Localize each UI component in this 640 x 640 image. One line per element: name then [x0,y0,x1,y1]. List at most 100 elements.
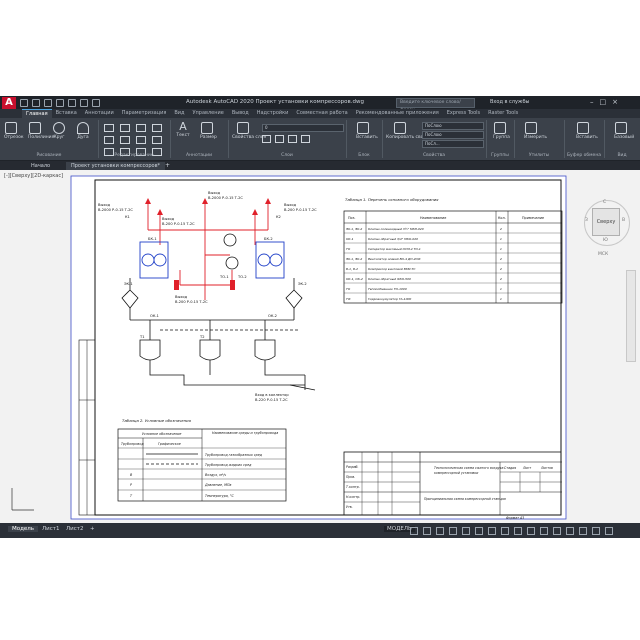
lineweight-icon[interactable] [488,527,496,535]
base-view-tool[interactable]: Базовый [614,122,634,140]
print-icon[interactable] [68,99,76,107]
panel-label-utilities[interactable]: Утилиты [514,153,564,158]
table1-cell: 1 [500,247,502,251]
layer-freeze-icon[interactable] [275,135,284,143]
polyline-tool[interactable]: Полилиния [28,122,54,140]
transparency-icon[interactable] [501,527,509,535]
panel-label-clipboard[interactable]: Буфер обмена [564,153,604,158]
search-input[interactable]: Введите ключевое слово/фразу [396,98,475,113]
sign-in-button[interactable]: Вход в службы [490,99,529,105]
viewcube-west[interactable]: З [585,218,588,223]
dimension-tool[interactable]: Размер [200,122,217,140]
tab-annotate[interactable]: Аннотации [81,109,118,118]
panel-label-annotation[interactable]: Аннотации [170,153,228,158]
explode-icon[interactable] [152,136,162,144]
linetype-dropdown[interactable]: ПоСлою [422,131,484,139]
erase-icon[interactable] [152,124,162,132]
tab-express-tools[interactable]: Express Tools [443,109,484,118]
lineweight-dropdown[interactable]: ПоСл... [422,140,484,148]
trim-icon[interactable] [136,124,146,132]
hardware-accel-icon[interactable] [579,527,587,535]
viewcube-east[interactable]: В [622,218,625,223]
tab-raster-tools[interactable]: Raster Tools [484,109,522,118]
layer-dropdown[interactable]: 0 [262,124,344,132]
copy-icon[interactable] [104,136,114,144]
panel-label-draw[interactable]: Рисование [0,153,98,158]
text-tool[interactable]: A Текст [176,121,190,138]
table1-cell: 2 [500,277,502,281]
arc-tool[interactable]: Дуга [76,122,90,140]
mirror-icon[interactable] [120,136,130,144]
color-dropdown[interactable]: ПоСлою [422,122,484,130]
panel-label-groups[interactable]: Группы [486,153,514,158]
viewcube[interactable]: Сверху [592,208,620,236]
move-icon[interactable] [104,124,114,132]
osnap-icon[interactable] [462,527,470,535]
tab-parametric[interactable]: Параметризация [118,109,171,118]
layer-lock-icon[interactable] [288,135,297,143]
layout-tab-sheet1[interactable]: Лист1 [38,526,63,532]
add-layout-button[interactable]: + [86,526,99,532]
save-icon[interactable] [44,99,52,107]
viewcube-north[interactable]: С [603,200,606,205]
panel-label-properties[interactable]: Свойства [382,153,486,158]
minimize-icon[interactable]: – [590,98,594,106]
navigation-bar[interactable] [626,270,636,362]
wcs-menu[interactable]: МСК [598,252,608,257]
new-icon[interactable] [20,99,28,107]
undo-icon[interactable] [80,99,88,107]
clean-screen-icon[interactable] [592,527,600,535]
polar-icon[interactable] [449,527,457,535]
rotate-icon[interactable] [120,124,130,132]
layer-off-icon[interactable] [262,135,271,143]
tab-featured-apps[interactable]: Рекомендованные приложения [352,109,443,118]
close-icon[interactable]: × [612,98,618,106]
viewcube-south[interactable]: Ю [603,238,608,243]
autocad-logo-button[interactable]: A [2,97,16,109]
grid-icon[interactable] [410,527,418,535]
workspace-icon[interactable] [540,527,548,535]
measure-tool[interactable]: Измерить [524,122,547,140]
otrack-icon[interactable] [475,527,483,535]
line-tool[interactable]: Отрезок [4,122,24,140]
match-properties-tool[interactable]: Копировать свойства [386,122,437,140]
drawing-canvas[interactable]: [-][Сверху][2D-каркас] Выход В-2000 Р-0.… [0,170,640,523]
units-icon[interactable] [553,527,561,535]
layout-tab-sheet2[interactable]: Лист2 [62,526,87,532]
tab-manage[interactable]: Управление [188,109,227,118]
group-tool[interactable]: Группа [493,122,510,140]
doc-tab-start[interactable]: Начало [26,162,55,170]
layer-properties-tool[interactable]: Свойства слоя [232,122,266,140]
tab-collaborate[interactable]: Совместная работа [292,109,351,118]
stamp-format: Формат А3 [506,516,524,520]
stamp-row-label: Т.контр. [346,485,360,489]
tab-insert[interactable]: Вставка [52,109,81,118]
panel-label-layers[interactable]: Слои [228,153,346,158]
snap-icon[interactable] [423,527,431,535]
open-icon[interactable] [32,99,40,107]
fillet-icon[interactable] [136,136,146,144]
tab-home[interactable]: Главная [22,109,52,118]
customization-icon[interactable] [605,527,613,535]
layer-match-icon[interactable] [301,135,310,143]
ortho-icon[interactable] [436,527,444,535]
new-tab-button[interactable]: + [160,162,175,170]
table1-cell: ОК-1, ОК-2 [346,277,363,281]
circle-tool[interactable]: Круг [52,122,66,140]
isolate-icon[interactable] [566,527,574,535]
panel-label-modify[interactable]: Редактирование [98,153,170,158]
tab-view[interactable]: Вид [170,109,188,118]
maximize-icon[interactable]: □ [600,98,607,106]
annotation-scale-icon[interactable] [527,527,535,535]
saveas-icon[interactable] [56,99,64,107]
insert-block-tool[interactable]: Вставить [356,122,378,140]
paste-tool[interactable]: Вставить [576,122,598,140]
redo-icon[interactable] [92,99,100,107]
layout-tab-model[interactable]: Модель [8,526,39,532]
doc-tab-drawing[interactable]: Проект установки компрессоров* [66,162,166,170]
panel-label-view[interactable]: Вид [604,153,640,158]
tab-addins[interactable]: Надстройки [253,109,293,118]
tab-output[interactable]: Вывод [228,109,253,118]
panel-label-block[interactable]: Блок [346,153,382,158]
selection-cycling-icon[interactable] [514,527,522,535]
